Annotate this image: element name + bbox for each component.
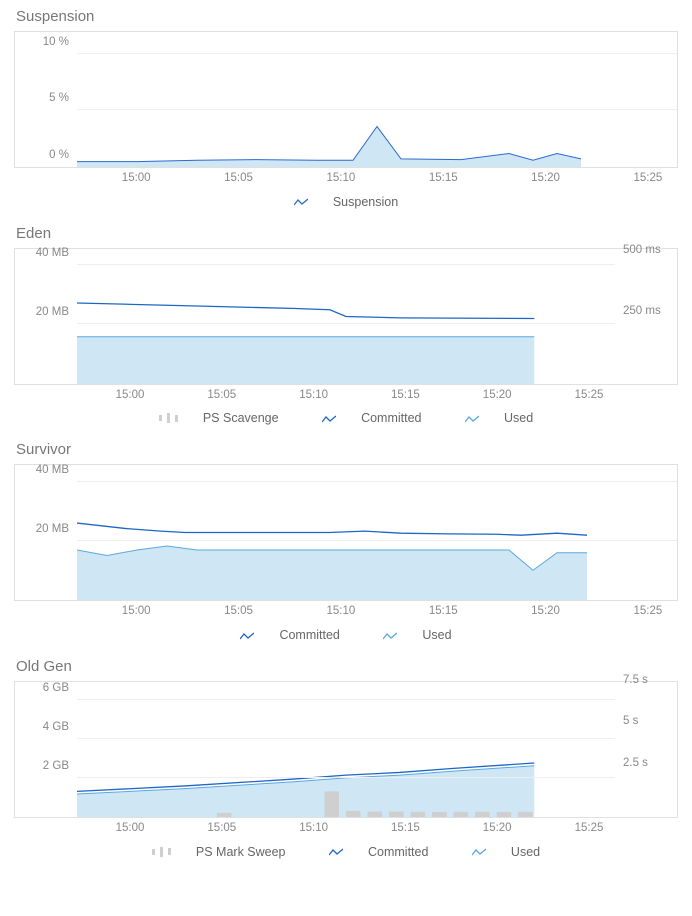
y-tick: 250 ms [623, 305, 661, 317]
x-tick: 15:05 [224, 605, 253, 617]
oldgen-title: Old Gen [14, 650, 678, 681]
x-tick: 15:20 [531, 172, 560, 184]
survivor-y-axis: 20 MB 40 MB [15, 465, 75, 600]
legend-label: Committed [361, 411, 421, 425]
oldgen-y2-axis: 2.5 s 5 s 7.5 s [617, 682, 677, 817]
x-tick: 15:25 [634, 605, 663, 617]
survivor-legend: Committed Used [14, 623, 678, 650]
y-tick: 500 ms [623, 244, 661, 256]
x-tick: 15:10 [299, 822, 328, 834]
legend-item-ps-mark-sweep[interactable]: PS Mark Sweep [142, 845, 296, 859]
y-tick: 40 MB [36, 247, 69, 259]
suspension-y-axis: 0 % 5 % 10 % [15, 32, 75, 167]
y-tick: 2 GB [43, 760, 69, 772]
x-tick: 15:00 [116, 389, 145, 401]
y-tick: 20 MB [36, 306, 69, 318]
legend-label: Committed [368, 845, 428, 859]
survivor-chart: 20 MB 40 MB 15:00 15:05 15:10 15:15 15:2… [14, 464, 678, 623]
oldgen-chart: 2 GB 4 GB 6 GB 2.5 s 5 s 7.5 s [14, 681, 678, 840]
oldgen-y-axis: 2 GB 4 GB 6 GB [15, 682, 75, 817]
oldgen-plot[interactable] [77, 682, 615, 817]
x-tick: 15:00 [116, 822, 145, 834]
y-tick: 10 % [43, 36, 69, 48]
survivor-plot[interactable] [77, 465, 677, 600]
suspension-title: Suspension [14, 0, 678, 31]
suspension-x-axis: 15:00 15:05 15:10 15:15 15:20 15:25 [76, 168, 678, 190]
oldgen-legend: PS Mark Sweep Committed Used [14, 840, 678, 867]
x-tick: 15:10 [326, 172, 355, 184]
y-tick: 5 s [623, 715, 638, 727]
eden-title: Eden [14, 217, 678, 248]
survivor-x-axis: 15:00 15:05 15:10 15:15 15:20 15:25 [76, 601, 678, 623]
x-tick: 15:15 [429, 605, 458, 617]
x-tick: 15:00 [122, 605, 151, 617]
y-tick: 40 MB [36, 464, 69, 476]
legend-item-suspension[interactable]: Suspension [284, 195, 408, 209]
suspension-legend: Suspension [14, 190, 678, 217]
survivor-title: Survivor [14, 433, 678, 464]
x-tick: 15:25 [575, 389, 604, 401]
x-tick: 15:10 [299, 389, 328, 401]
y-tick: 5 % [49, 92, 69, 104]
eden-y-axis: 20 MB 40 MB [15, 249, 75, 384]
legend-item-used[interactable]: Used [373, 628, 461, 642]
legend-label: PS Scavenge [203, 411, 279, 425]
y-tick: 6 GB [43, 682, 69, 694]
x-tick: 15:15 [391, 822, 420, 834]
eden-y2-axis: 250 ms 500 ms [617, 249, 677, 384]
x-tick: 15:05 [207, 822, 236, 834]
x-tick: 15:00 [122, 172, 151, 184]
legend-item-committed[interactable]: Committed [312, 411, 431, 425]
x-tick: 15:10 [326, 605, 355, 617]
eden-legend: PS Scavenge Committed Used [14, 407, 678, 434]
y-tick: 0 % [49, 149, 69, 161]
legend-label: Used [422, 628, 451, 642]
y-tick: 2.5 s [623, 757, 648, 769]
legend-item-used[interactable]: Used [462, 845, 550, 859]
suspension-chart: 0 % 5 % 10 % 15:00 15:05 15:10 15:15 15:… [14, 31, 678, 190]
x-tick: 15:15 [429, 172, 458, 184]
y-tick: 4 GB [43, 721, 69, 733]
legend-label: PS Mark Sweep [196, 845, 286, 859]
legend-item-used[interactable]: Used [455, 411, 543, 425]
eden-x-axis: 15:00 15:05 15:10 15:15 15:20 15:25 [76, 385, 616, 407]
x-tick: 15:05 [224, 172, 253, 184]
legend-item-committed[interactable]: Committed [230, 628, 349, 642]
x-tick: 15:20 [531, 605, 560, 617]
x-tick: 15:25 [634, 172, 663, 184]
legend-label: Committed [279, 628, 339, 642]
legend-label: Used [511, 845, 540, 859]
y-tick: 20 MB [36, 523, 69, 535]
x-tick: 15:20 [483, 389, 512, 401]
legend-item-ps-scavenge[interactable]: PS Scavenge [149, 411, 289, 425]
legend-label: Suspension [333, 195, 398, 209]
x-tick: 15:20 [483, 822, 512, 834]
oldgen-x-axis: 15:00 15:05 15:10 15:15 15:20 15:25 [76, 818, 616, 840]
y-tick: 7.5 s [623, 674, 648, 686]
legend-label: Used [504, 411, 533, 425]
x-tick: 15:05 [207, 389, 236, 401]
eden-chart: 20 MB 40 MB 250 ms 500 ms [14, 248, 678, 407]
suspension-plot[interactable] [77, 32, 677, 167]
x-tick: 15:15 [391, 389, 420, 401]
x-tick: 15:25 [575, 822, 604, 834]
legend-item-committed[interactable]: Committed [319, 845, 438, 859]
eden-plot[interactable] [77, 249, 615, 384]
